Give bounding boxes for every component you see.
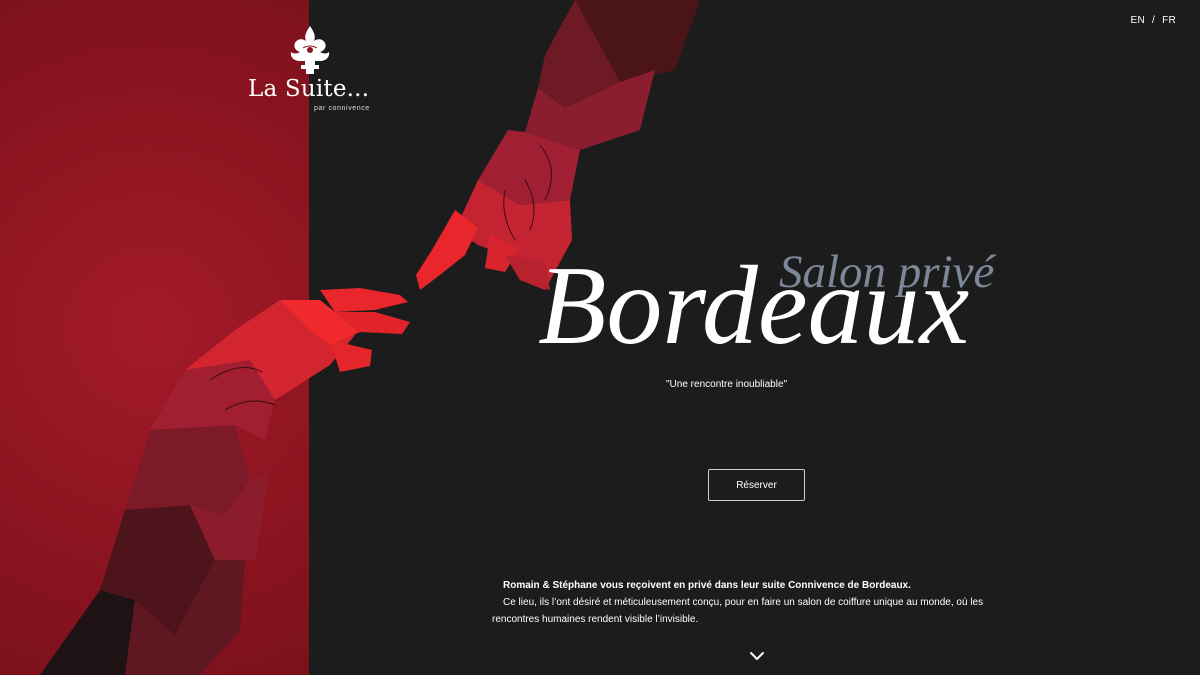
language-switcher: EN / FR — [1130, 15, 1176, 26]
reserve-button[interactable]: Réserver — [708, 469, 805, 501]
lang-separator: / — [1151, 15, 1156, 26]
intro-text: Romain & Stéphane vous reçoivent en priv… — [492, 577, 1012, 628]
landing-page: La Suite... par connivence EN / FR Salon… — [0, 0, 1200, 675]
lower-hand-finger — [320, 288, 408, 312]
fleur-de-lis-icon — [290, 26, 330, 74]
lower-arm-mid-segment — [125, 425, 250, 515]
lower-hand-finger-3 — [330, 340, 372, 372]
hero-title: Bordeaux — [538, 244, 970, 368]
brand-name: La Suite... — [248, 76, 370, 102]
lang-fr-link[interactable]: FR — [1162, 15, 1176, 26]
hero-quote: "Une rencontre inoubliable" — [666, 379, 788, 390]
brand-tagline: par connivence — [314, 105, 370, 112]
lang-en-link[interactable]: EN — [1130, 15, 1145, 26]
brand-logo-block[interactable]: La Suite... par connivence — [240, 24, 380, 119]
chevron-down-icon[interactable] — [747, 649, 767, 663]
intro-body: Ce lieu, ils l’ont désiré et méticuleuse… — [492, 597, 984, 625]
lower-arm-black-segment — [40, 590, 135, 675]
upper-hand-finger — [416, 210, 478, 290]
intro-lead: Romain & Stéphane vous reçoivent en priv… — [503, 580, 911, 591]
